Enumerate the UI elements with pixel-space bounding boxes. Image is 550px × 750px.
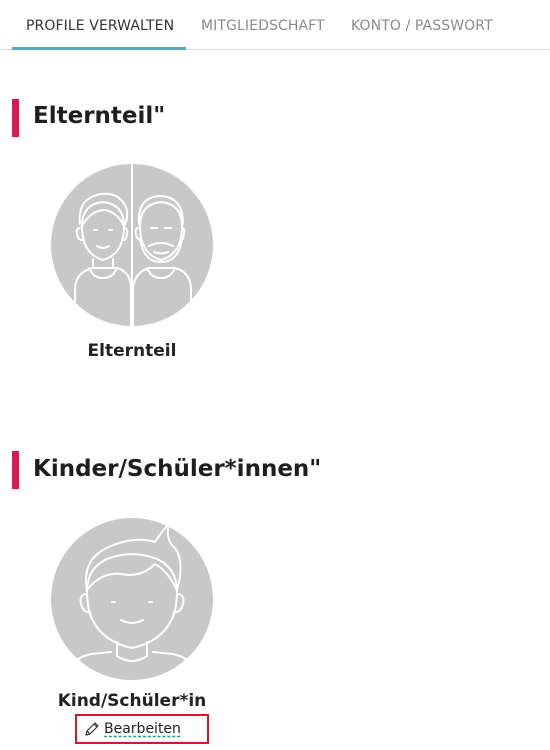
tab-konto-passwort[interactable]: KONTO / PASSWORT	[351, 18, 493, 34]
profile-tabs: PROFILE VERWALTEN MITGLIEDSCHAFT KONTO /…	[0, 0, 550, 50]
tab-profile-verwalten[interactable]: PROFILE VERWALTEN	[26, 18, 174, 34]
section-title-children: Kinder/Schüler*innen"	[33, 456, 322, 482]
section-accent-bar	[12, 451, 19, 489]
parent-profile-label: Elternteil	[87, 341, 177, 361]
child-icon	[51, 518, 213, 680]
child-profile-label: Kind/Schüler*in	[57, 691, 207, 711]
section-accent-bar	[12, 99, 19, 137]
child-avatar[interactable]	[51, 518, 213, 680]
edit-link-label: Bearbeiten	[104, 721, 181, 737]
edit-profile-button[interactable]: Bearbeiten	[84, 718, 181, 740]
parent-avatar[interactable]	[51, 164, 213, 326]
active-tab-indicator	[12, 47, 186, 50]
parents-icon	[51, 164, 213, 326]
pencil-icon	[84, 721, 100, 737]
section-title-parent: Elternteil"	[33, 103, 166, 129]
tab-mitgliedschaft[interactable]: MITGLIEDSCHAFT	[201, 18, 325, 34]
